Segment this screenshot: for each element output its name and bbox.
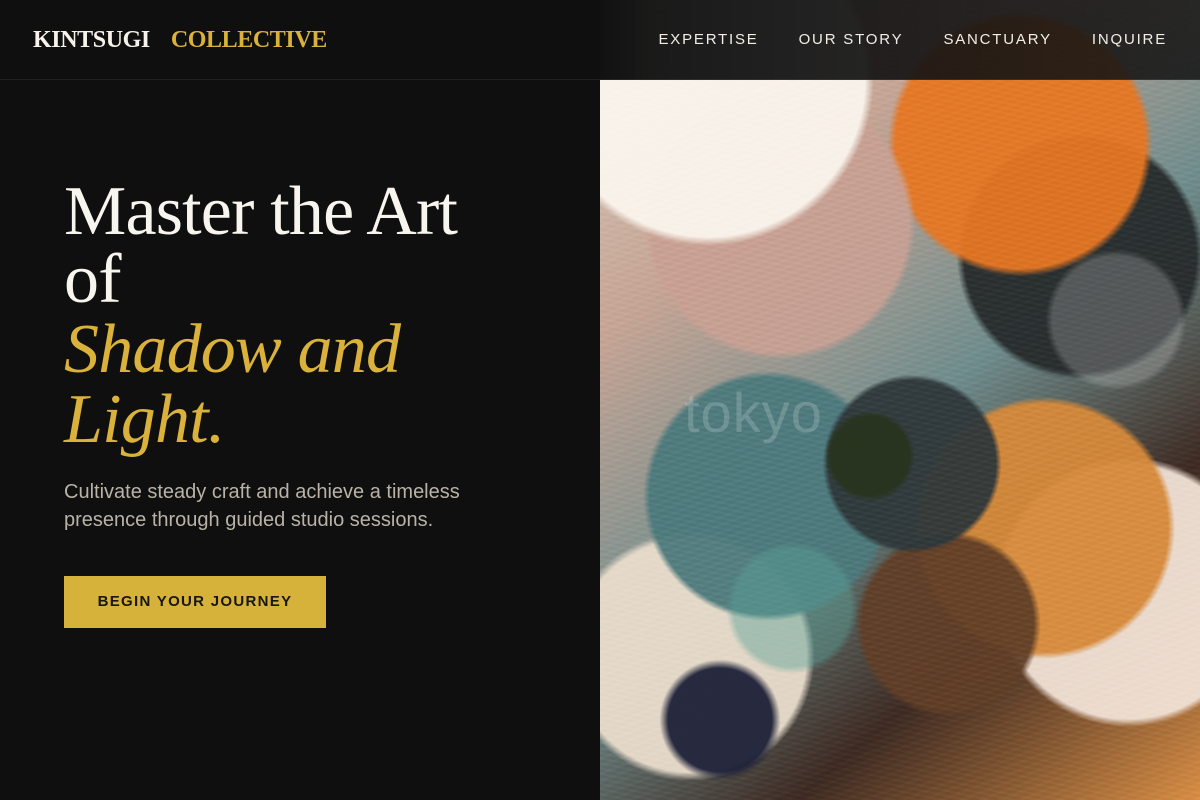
- brand-logo[interactable]: KINTSUGI COLLECTIVE: [33, 28, 327, 52]
- site-header: KINTSUGI COLLECTIVE EXPERTISE OUR STORY …: [0, 0, 1200, 80]
- nav-expertise[interactable]: EXPERTISE: [658, 31, 758, 48]
- headline-line-1: Master the Art: [64, 173, 458, 250]
- nav-our-story[interactable]: OUR STORY: [799, 31, 904, 48]
- nav-sanctuary[interactable]: SANCTUARY: [943, 31, 1051, 48]
- begin-journey-button[interactable]: BEGIN YOUR JOURNEY: [64, 575, 326, 628]
- hero-artwork: [600, 0, 1200, 800]
- headline-line-2: of: [64, 240, 122, 318]
- hero-headline: Master the Art of Shadow and Light.: [64, 177, 544, 458]
- hero-section: Master the Art of Shadow and Light. Cult…: [0, 80, 600, 800]
- main-navigation: EXPERTISE OUR STORY SANCTUARY INQUIRE: [658, 31, 1167, 48]
- brand-primary-text: KINTSUGI: [33, 26, 150, 53]
- hero-subtext: Cultivate steady craft and achieve a tim…: [64, 480, 460, 531]
- headline-accent-line-1: Shadow and: [64, 310, 401, 388]
- headline-accent-line-2: Light.: [64, 380, 225, 458]
- hero-copy: Master the Art of Shadow and Light. Cult…: [64, 177, 544, 628]
- brand-accent-text: COLLECTIVE: [170, 26, 327, 53]
- nav-inquire[interactable]: INQUIRE: [1092, 31, 1167, 48]
